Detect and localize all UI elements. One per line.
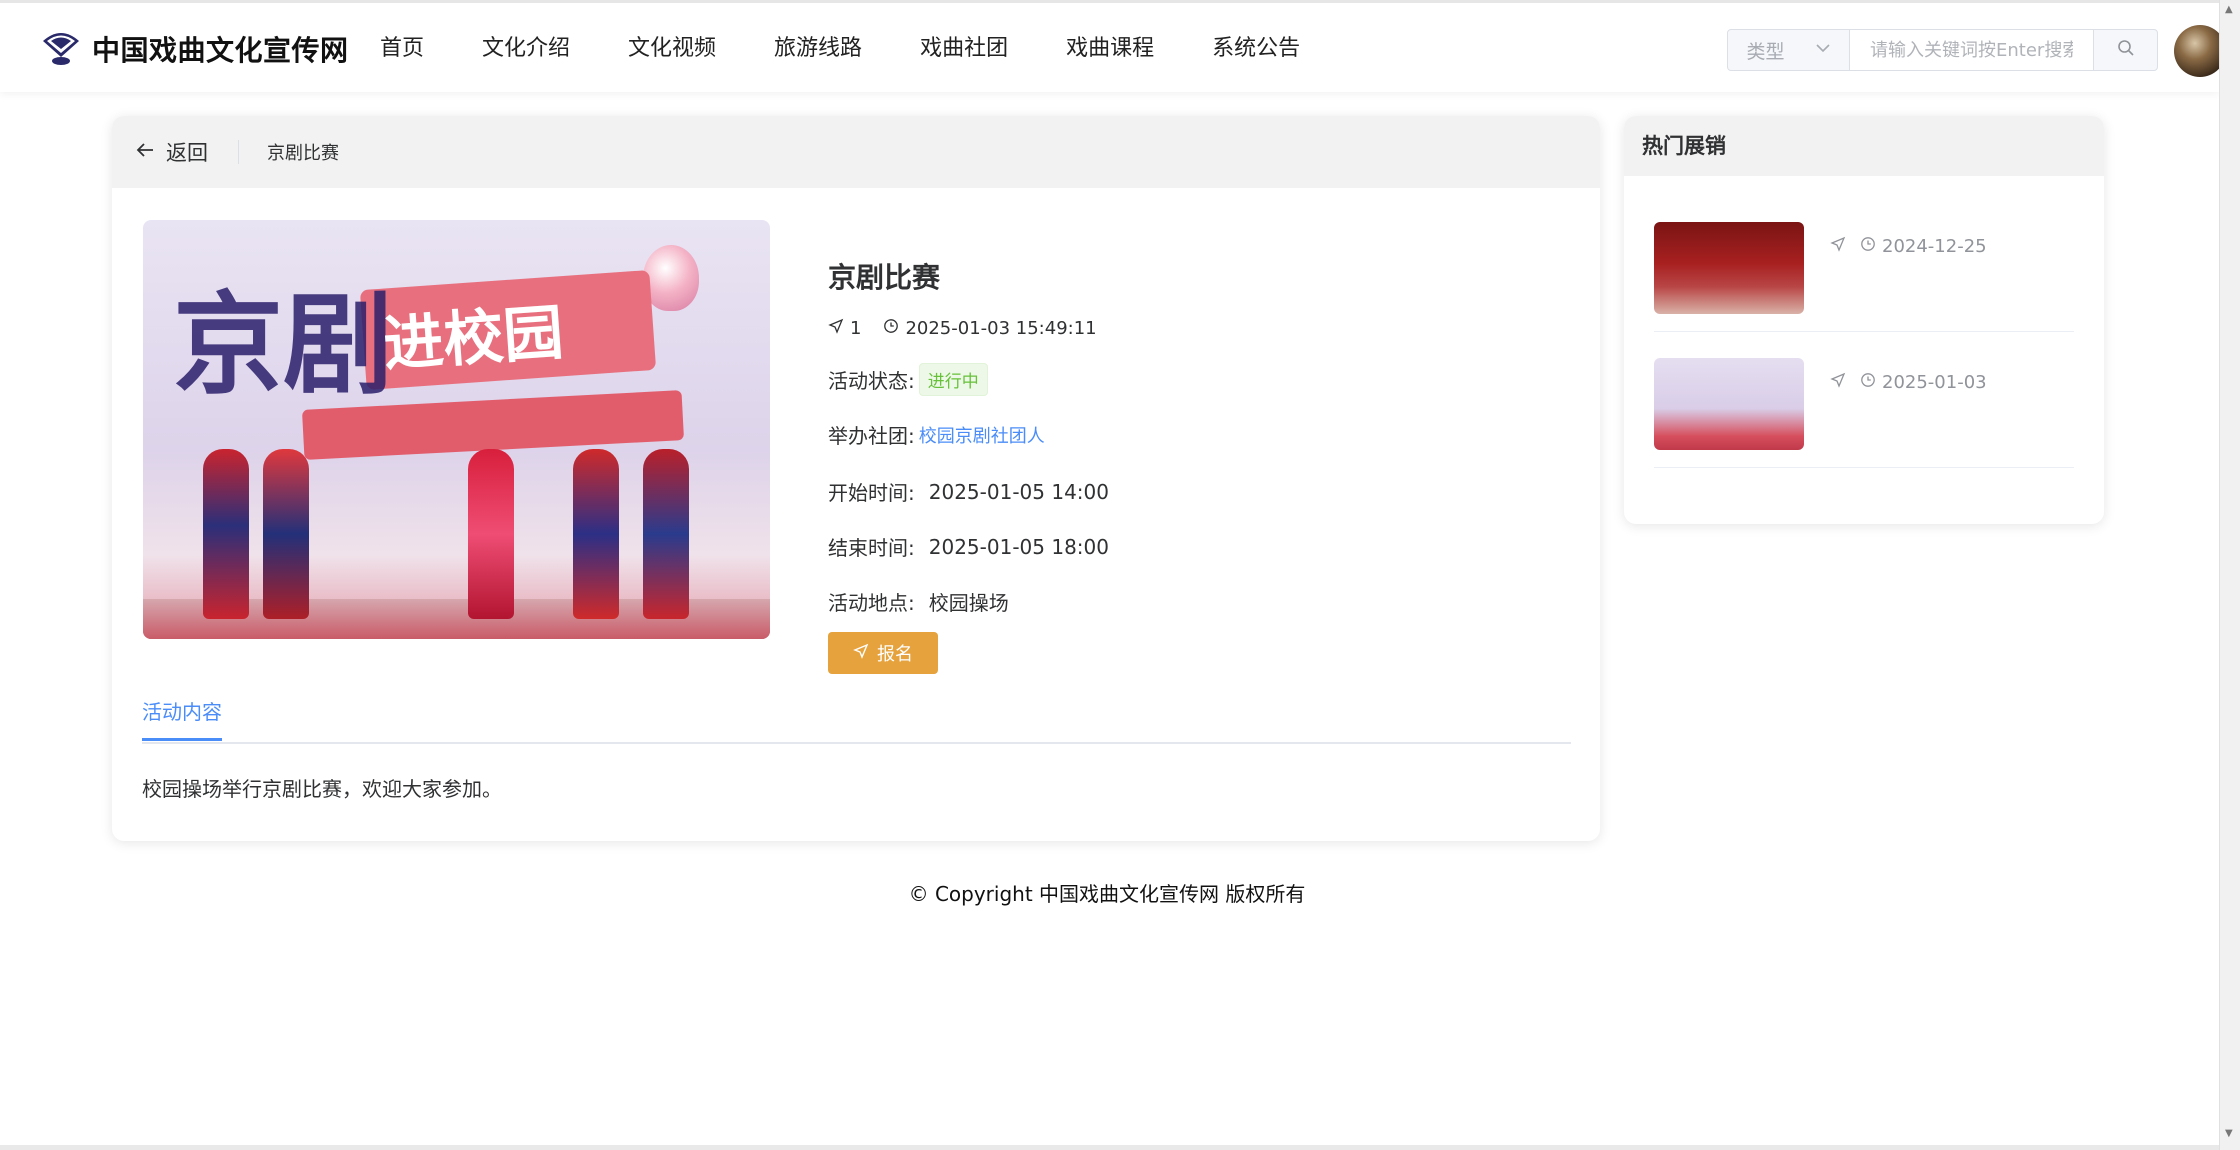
start-time-row: 开始时间: 2025-01-05 14:00 — [828, 477, 1109, 506]
activity-detail-card: 返回 京剧比赛 京剧 进校园 京剧比赛 1 2025-01-03 15:49:1… — [112, 116, 1600, 841]
location-value: 校园操场 — [928, 591, 1009, 615]
type-select[interactable]: 类型 — [1728, 30, 1850, 70]
clock-icon — [1860, 372, 1876, 393]
back-label: 返回 — [166, 141, 208, 165]
club-label: 举办社团: — [828, 424, 915, 448]
status-label: 活动状态: — [828, 369, 915, 393]
top-navbar: 中国戏曲文化宣传网 首页 文化介绍 文化视频 旅游线路 戏曲社团 戏曲课程 系统… — [0, 0, 2226, 92]
performer-figure — [263, 449, 309, 619]
search-bar: 类型 — [1727, 29, 2158, 71]
activity-meta: 1 2025-01-03 15:49:11 — [828, 318, 1109, 339]
main-nav: 首页 文化介绍 文化视频 旅游线路 戏曲社团 戏曲课程 系统公告 — [380, 29, 1358, 69]
nav-item-culture-intro[interactable]: 文化介绍 — [482, 29, 570, 69]
end-time-value: 2025-01-05 18:00 — [928, 534, 1109, 559]
signup-button[interactable]: 报名 — [828, 632, 938, 674]
tab-activity-content[interactable]: 活动内容 — [142, 694, 222, 741]
image-banner-text: 进校园 — [381, 297, 566, 381]
nav-item-opera-clubs[interactable]: 戏曲社团 — [920, 29, 1008, 69]
clock-icon — [1860, 236, 1876, 257]
signup-label: 报名 — [877, 644, 913, 665]
send-icon — [853, 643, 877, 664]
nav-item-announcements[interactable]: 系统公告 — [1212, 29, 1300, 69]
send-icon — [828, 318, 850, 339]
arrow-left-icon — [134, 139, 166, 166]
participant-count: 1 — [850, 318, 862, 339]
content-tabs: 活动内容 — [142, 694, 1571, 744]
bottom-edge — [0, 1145, 2219, 1150]
item-meta: 2025-01-03 — [1830, 372, 1987, 393]
list-item[interactable]: 2024-12-25 — [1654, 222, 2074, 332]
location-label: 活动地点: — [828, 591, 915, 615]
performer-figure — [643, 449, 689, 619]
fan-icon — [40, 27, 82, 71]
publish-datetime: 2025-01-03 15:49:11 — [905, 318, 1097, 339]
end-time-row: 结束时间: 2025-01-05 18:00 — [828, 532, 1109, 561]
exhibition-thumbnail[interactable] — [1654, 222, 1804, 314]
status-row: 活动状态: 进行中 — [828, 363, 1109, 396]
nav-item-culture-video[interactable]: 文化视频 — [628, 29, 716, 69]
send-icon — [1830, 372, 1846, 393]
activity-title: 京剧比赛 — [828, 261, 941, 294]
image-calligraphy-text: 京剧 — [173, 280, 393, 409]
search-input[interactable] — [1850, 30, 2093, 70]
activity-image: 京剧 进校园 — [143, 220, 770, 639]
start-time-label: 开始时间: — [828, 481, 915, 505]
back-button[interactable]: 返回 — [134, 137, 208, 167]
item-date: 2024-12-25 — [1882, 236, 1987, 257]
performer-figure — [573, 449, 619, 619]
site-logo[interactable]: 中国戏曲文化宣传网 — [40, 27, 349, 71]
send-icon — [1830, 236, 1846, 257]
performer-figure — [468, 449, 514, 619]
search-button[interactable] — [2093, 30, 2157, 70]
item-meta: 2024-12-25 — [1830, 236, 1987, 257]
sidebar-title: 热门展销 — [1624, 116, 2104, 176]
activity-info: 京剧比赛 1 2025-01-03 15:49:11 活动状态: 进行中 举办社… — [828, 216, 1109, 674]
breadcrumb: 京剧比赛 — [267, 143, 339, 164]
location-row: 活动地点: 校园操场 — [828, 587, 1109, 616]
club-row: 举办社团: 校园京剧社团人 — [828, 420, 1109, 449]
nav-item-travel-routes[interactable]: 旅游线路 — [774, 29, 862, 69]
footer-copyright: © Copyright 中国戏曲文化宣传网 版权所有 — [908, 882, 1306, 906]
item-date: 2025-01-03 — [1882, 372, 1987, 393]
start-time-value: 2025-01-05 14:00 — [928, 479, 1109, 504]
club-link[interactable]: 校园京剧社团人 — [919, 422, 1045, 448]
chevron-down-icon — [1815, 39, 1831, 61]
clock-icon — [883, 318, 905, 339]
activity-content: 校园操场举行京剧比赛，欢迎大家参加。 — [142, 777, 502, 801]
card-header: 返回 京剧比赛 — [112, 116, 1600, 188]
performer-figure — [203, 449, 249, 619]
scroll-up-icon[interactable]: ▲ — [2225, 4, 2233, 15]
vertical-scrollbar[interactable]: ▲ ▼ — [2219, 0, 2240, 1150]
search-icon — [2116, 38, 2136, 62]
list-item[interactable]: 2025-01-03 — [1654, 358, 2074, 468]
status-badge: 进行中 — [918, 363, 988, 396]
exhibition-thumbnail[interactable] — [1654, 358, 1804, 450]
nav-item-opera-courses[interactable]: 戏曲课程 — [1066, 29, 1154, 69]
site-title: 中国戏曲文化宣传网 — [92, 34, 349, 67]
header-divider — [238, 140, 239, 164]
hot-exhibitions-card: 热门展销 2024-12-25 2025-01-03 — [1624, 116, 2104, 524]
scroll-down-icon[interactable]: ▼ — [2225, 1128, 2233, 1139]
end-time-label: 结束时间: — [828, 536, 915, 560]
type-select-placeholder: 类型 — [1746, 40, 1785, 63]
nav-item-home[interactable]: 首页 — [380, 29, 424, 69]
